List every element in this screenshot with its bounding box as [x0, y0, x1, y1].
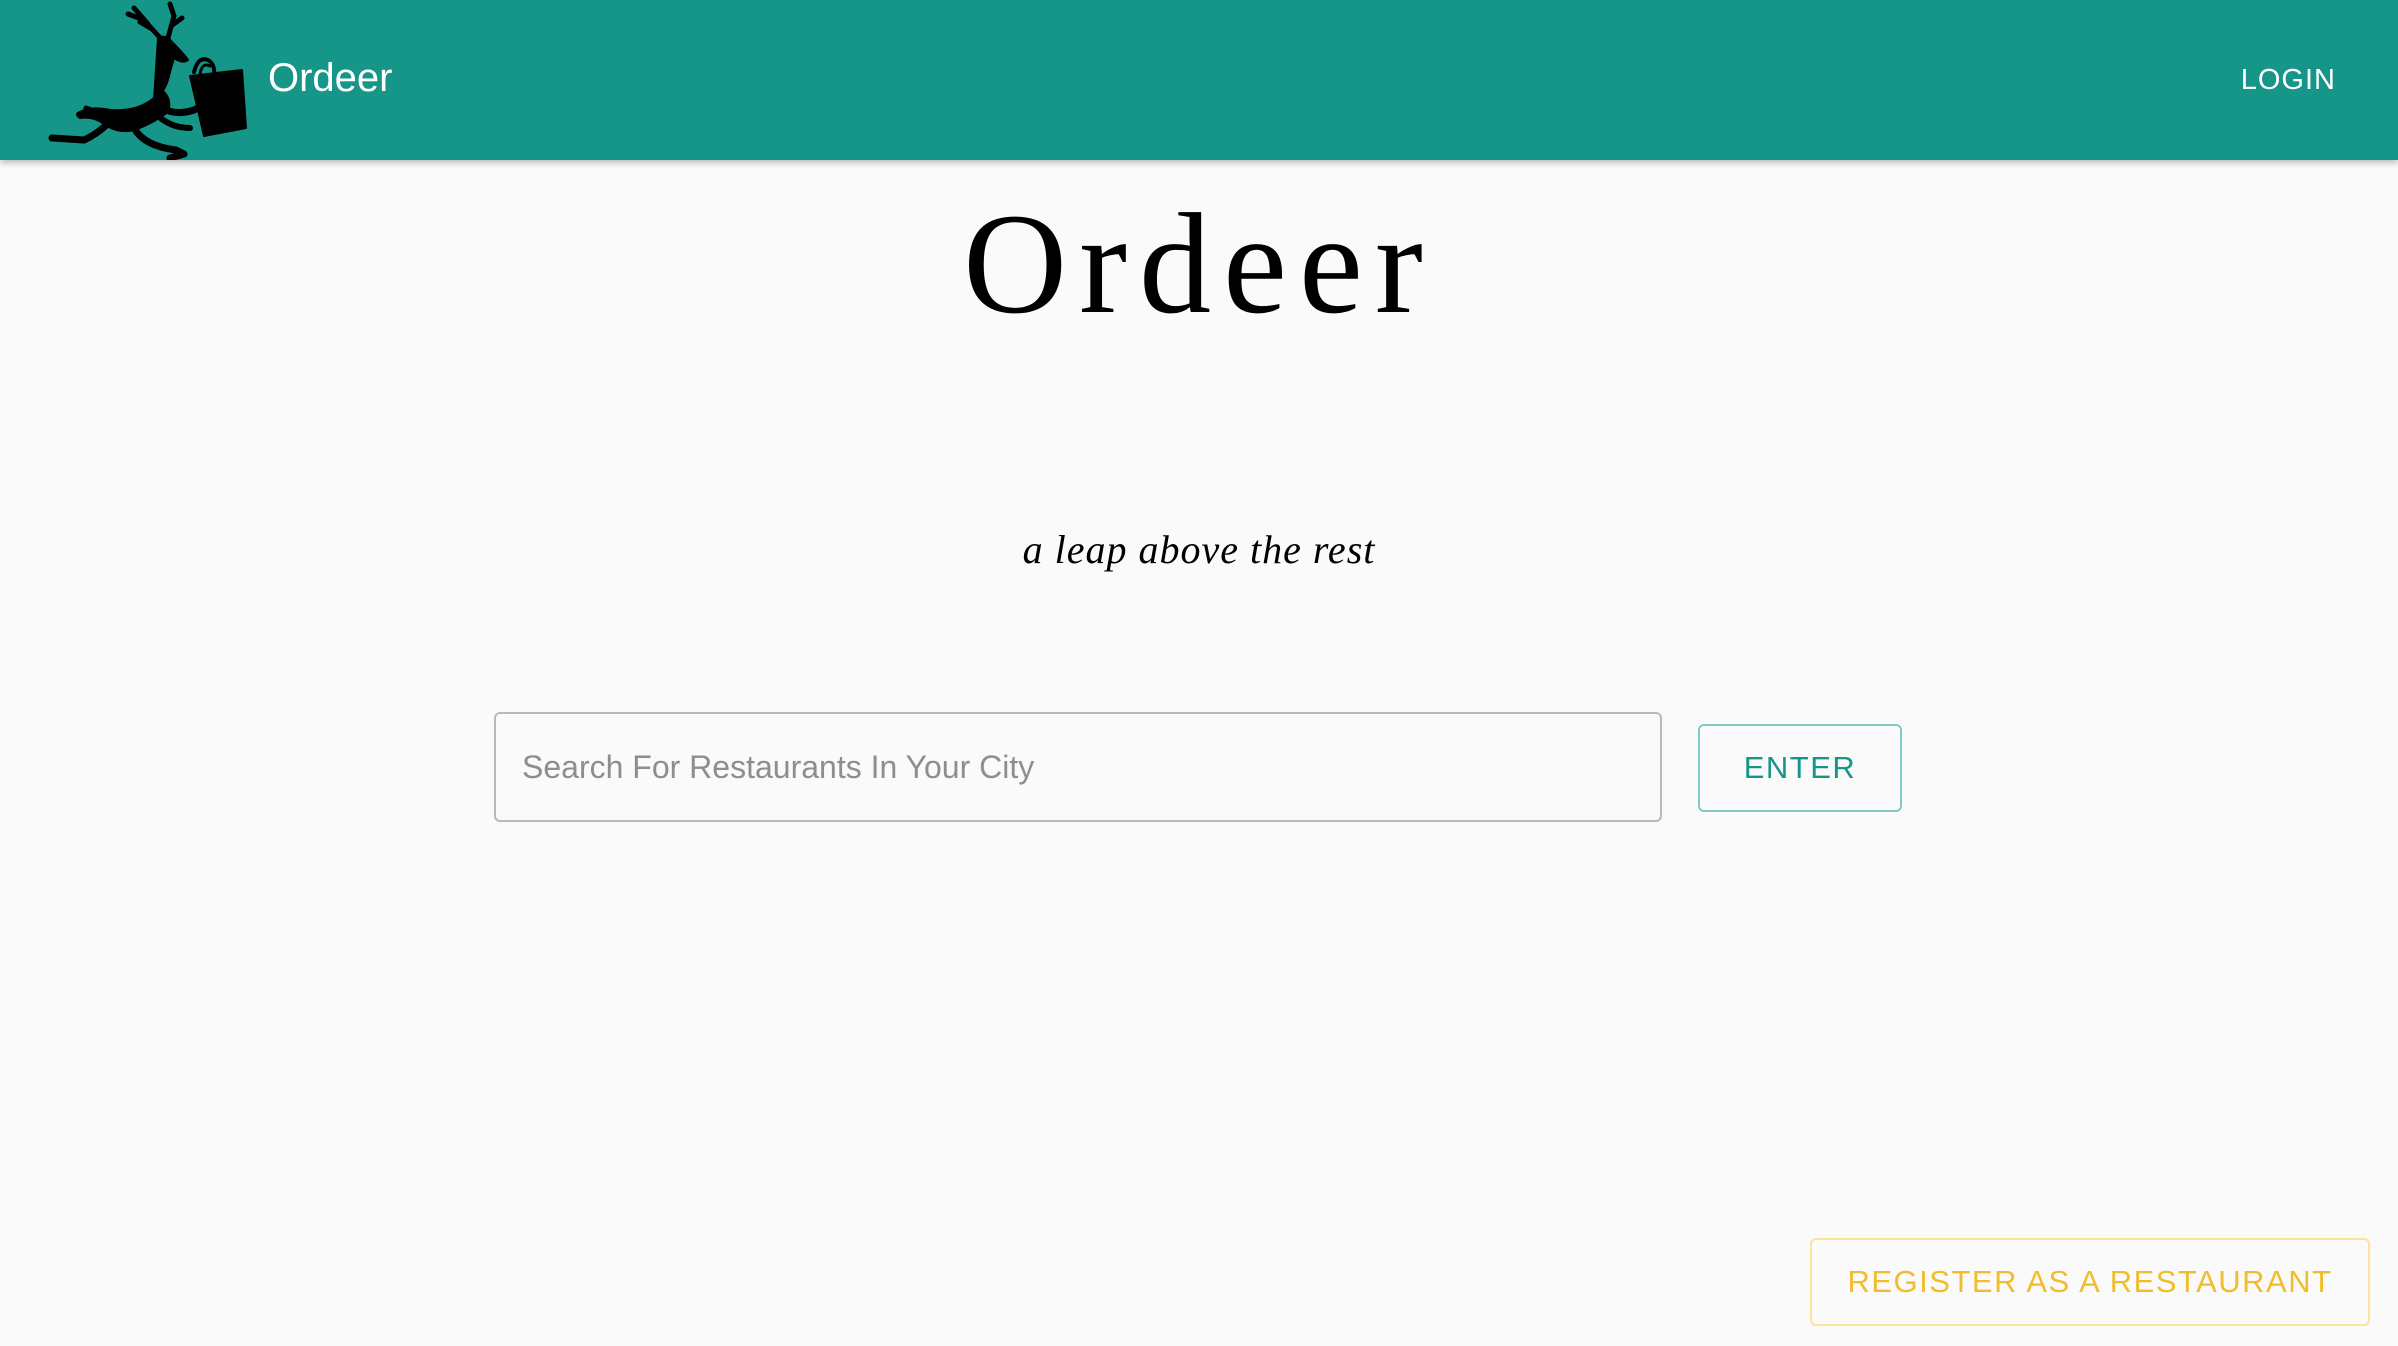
hero-title: Ordeer: [963, 185, 1435, 344]
deer-with-shopping-bag-icon[interactable]: [44, 0, 250, 160]
register-restaurant-button[interactable]: REGISTER AS A RESTAURANT: [1810, 1238, 2370, 1326]
tagline: a leap above the rest: [1022, 527, 1376, 572]
brand-name[interactable]: Ordeer: [268, 50, 393, 106]
enter-button[interactable]: ENTER: [1698, 724, 1902, 812]
app-bar: Ordeer LOGIN: [0, 0, 2398, 160]
restaurant-search-input[interactable]: [494, 712, 1662, 822]
login-button[interactable]: LOGIN: [2229, 52, 2348, 108]
